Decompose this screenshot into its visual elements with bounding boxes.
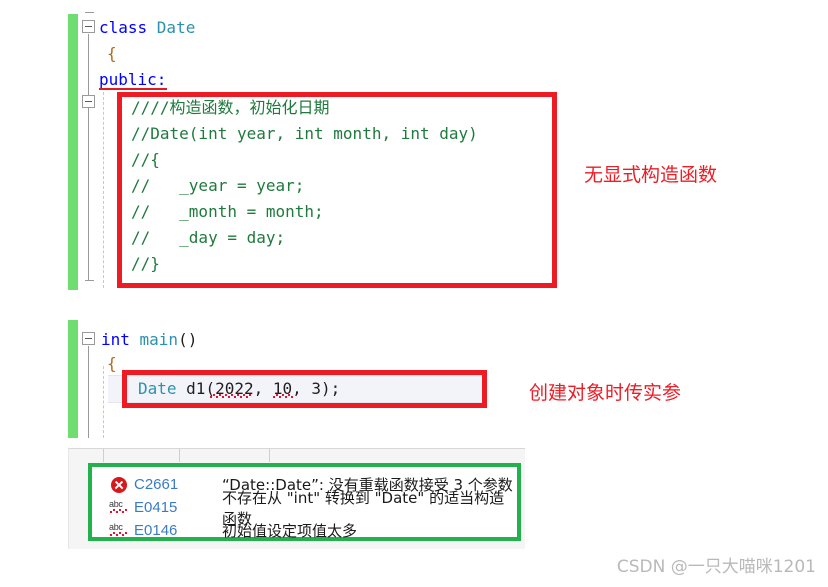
fold-line-main — [88, 346, 89, 438]
indent-guide-class — [103, 92, 104, 288]
error-code: E0146 — [134, 522, 178, 539]
abc-squiggle-icon: abc — [104, 499, 134, 516]
error-row[interactable]: abc E0146 初始值设定项值太多 — [92, 519, 517, 542]
main-parens: () — [178, 330, 198, 349]
keyword-int: int — [101, 330, 140, 349]
public-error-underline — [99, 88, 167, 90]
fold-toggle-class[interactable] — [82, 20, 95, 33]
fold-line-class — [88, 34, 89, 280]
code-editor[interactable]: class Date { public: ////构造函数，初始化日期 //Da… — [0, 0, 828, 440]
abc-squiggle-icon: abc — [104, 522, 134, 539]
change-bar-lower — [68, 320, 78, 438]
fold-end-tick-class — [85, 280, 94, 281]
watermark: CSDN @一只大喵咪1201 — [616, 557, 816, 577]
column-separator-3[interactable] — [269, 449, 270, 462]
fold-toggle-main[interactable] — [82, 332, 95, 345]
highlight-box-comment-block — [117, 92, 557, 288]
code-line-class-decl[interactable]: class Date — [99, 15, 195, 41]
code-line-main-decl[interactable]: int main() — [101, 327, 197, 353]
type-name-date: Date — [156, 18, 196, 37]
keyword-class: class — [99, 18, 157, 37]
fold-toggle-comment[interactable] — [82, 95, 95, 108]
function-name-main: main — [139, 330, 179, 349]
code-line-open-brace-main[interactable]: { — [107, 351, 117, 377]
error-description: 初始值设定项值太多 — [222, 522, 358, 540]
annotation-pass-arguments: 创建对象时传实参 — [529, 382, 682, 404]
code-line-open-brace-class[interactable]: { — [107, 41, 117, 67]
error-circle-icon — [104, 476, 134, 493]
highlight-box-declaration — [122, 370, 487, 408]
error-row[interactable]: abc E0415 不存在从 "int" 转换到 "Date" 的适当构造函数 — [92, 489, 517, 528]
annotation-no-explicit-constructor: 无显式构造函数 — [584, 164, 718, 186]
change-bar-upper — [68, 14, 78, 290]
column-separator-2[interactable] — [179, 449, 180, 462]
fold-top-tick-class — [85, 12, 94, 13]
error-code: C2661 — [134, 476, 179, 493]
column-separator-1[interactable] — [103, 449, 104, 462]
error-code: E0415 — [134, 499, 178, 516]
indent-guide-main — [103, 366, 104, 438]
highlight-box-error-list: C2661 “Date::Date”: 没有重载函数接受 3 个参数 abc E… — [88, 463, 521, 541]
